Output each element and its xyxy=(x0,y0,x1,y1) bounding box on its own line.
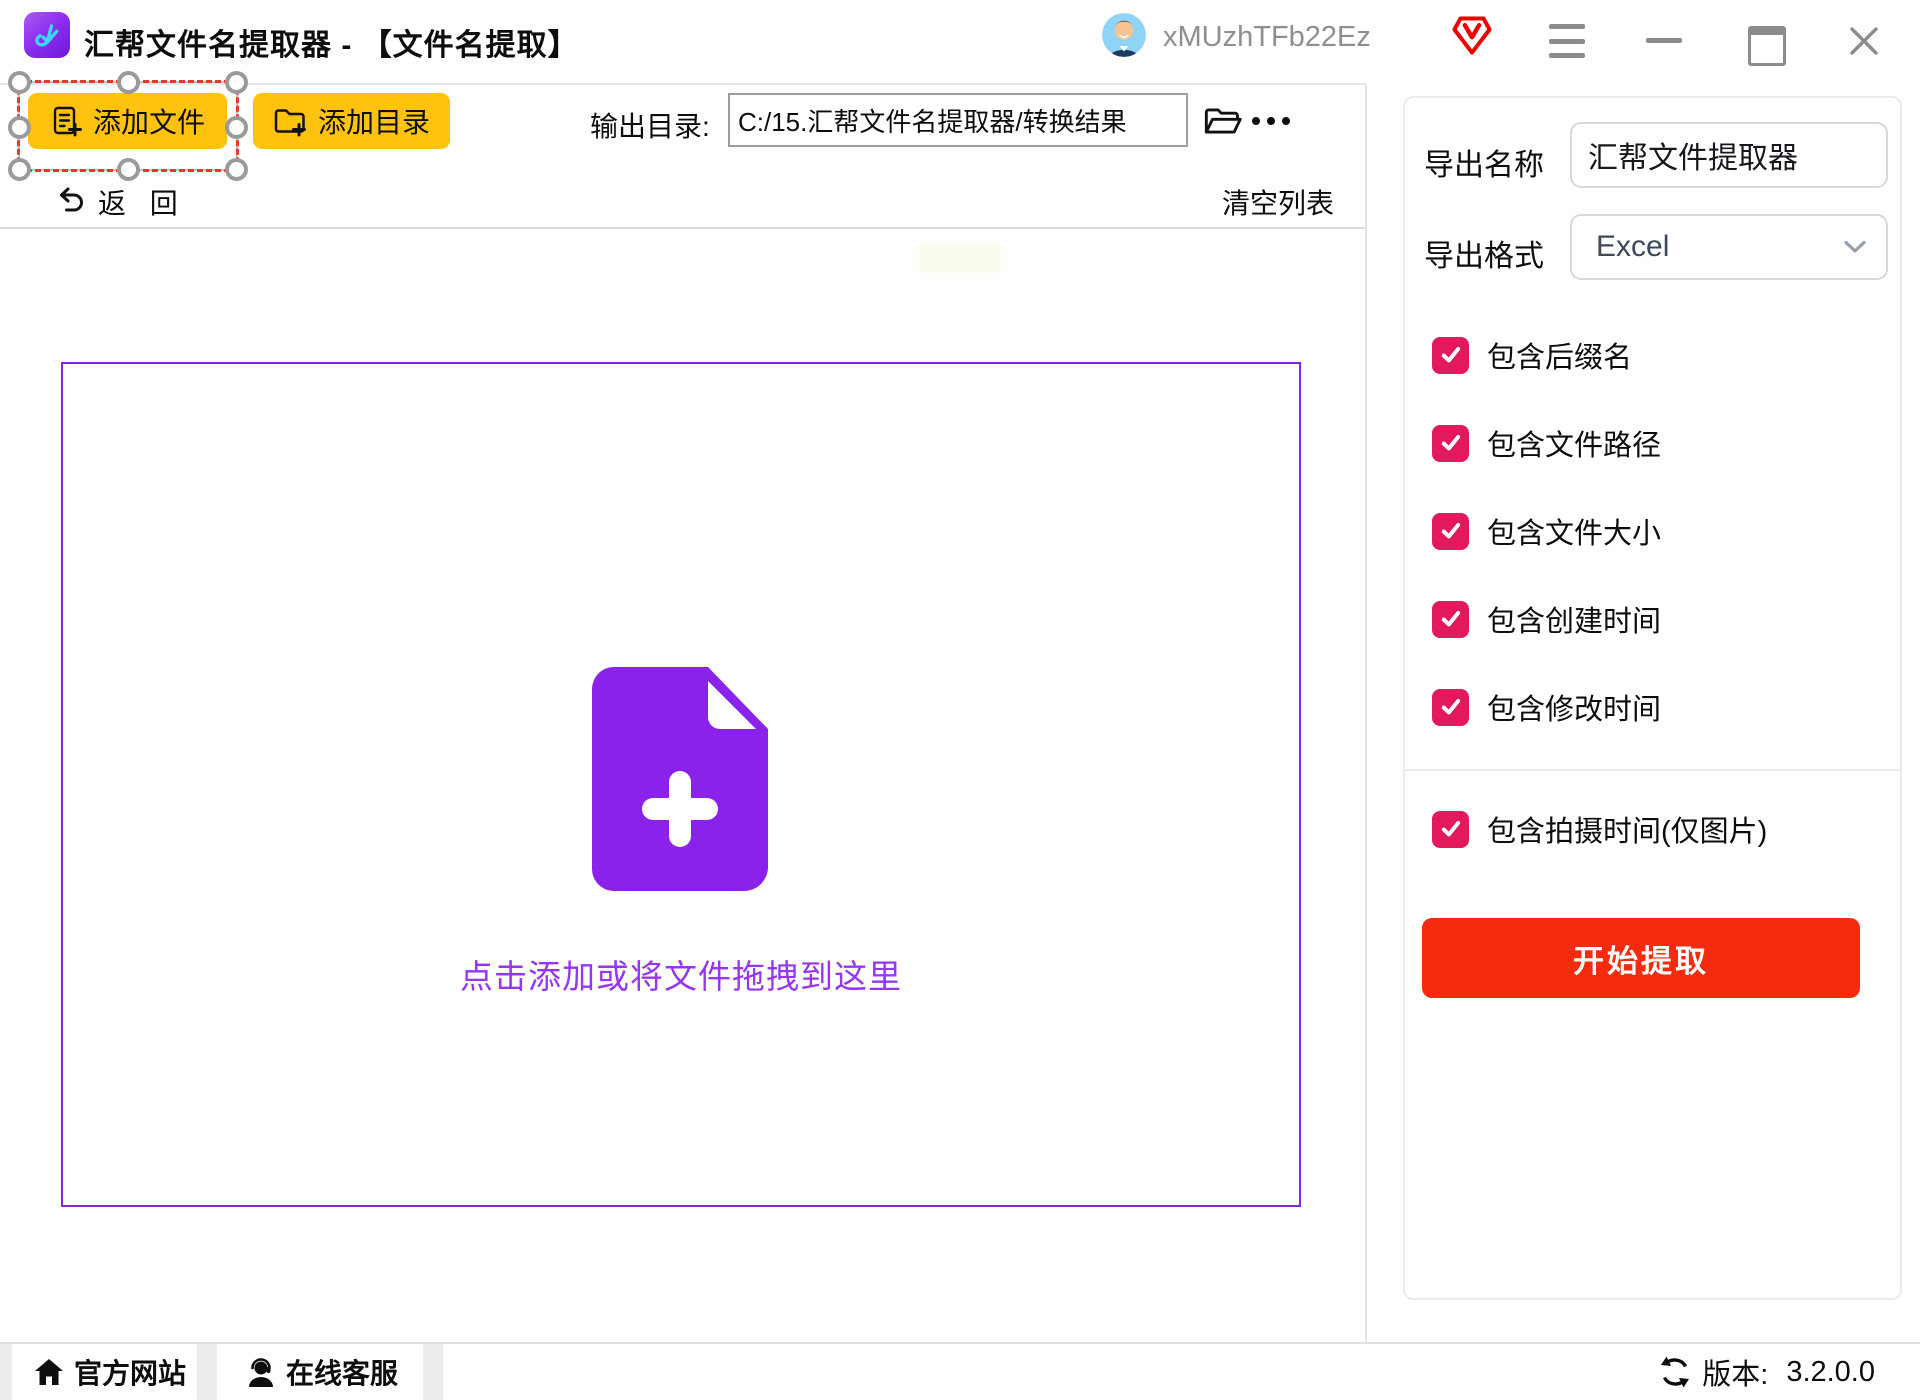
version-value: 3.2.0.0 xyxy=(1786,1356,1875,1389)
title-bar: 汇帮文件名提取器 - 【文件名提取】 xMUzhTFb22Ez xyxy=(0,0,1920,84)
maximize-icon[interactable] xyxy=(1748,26,1786,66)
output-dir-label: 输出目录: xyxy=(590,105,710,145)
more-options-icon[interactable] xyxy=(1252,112,1298,130)
file-plus-icon xyxy=(50,105,82,137)
open-folder-icon[interactable] xyxy=(1203,102,1243,140)
titlebar-divider xyxy=(0,83,1366,85)
window-title: 汇帮文件名提取器 - 【文件名提取】 xyxy=(84,20,579,64)
back-arrow-icon xyxy=(50,187,86,217)
checkbox-checked-icon xyxy=(1432,811,1469,848)
version-info: 版本: 3.2.0.0 xyxy=(443,1344,1920,1400)
refresh-icon xyxy=(1658,1356,1692,1388)
official-website-link[interactable]: 官方网站 xyxy=(12,1344,197,1400)
export-name-input[interactable] xyxy=(1570,122,1888,188)
drop-zone-hint: 点击添加或将文件拖拽到这里 xyxy=(61,950,1301,998)
checkbox-include-path[interactable]: 包含文件路径 xyxy=(1432,422,1661,464)
support-agent-icon xyxy=(245,1357,277,1387)
home-icon xyxy=(33,1357,65,1387)
checkbox-checked-icon xyxy=(1432,513,1469,550)
start-extract-button[interactable]: 开始提取 xyxy=(1422,918,1860,998)
checkbox-include-shot-time[interactable]: 包含拍摄时间(仅图片) xyxy=(1432,808,1767,850)
footer-bar: 官方网站 在线客服 版本: 3.2.0.0 xyxy=(0,1342,1920,1400)
export-format-select[interactable]: Excel xyxy=(1570,214,1888,280)
checkbox-include-size[interactable]: 包含文件大小 xyxy=(1432,510,1661,552)
checkbox-checked-icon xyxy=(1432,337,1469,374)
app-window: 汇帮文件名提取器 - 【文件名提取】 xMUzhTFb22Ez xyxy=(0,0,1920,1400)
back-button[interactable]: 返 回 xyxy=(50,182,186,222)
app-logo-icon xyxy=(24,12,70,58)
close-icon[interactable] xyxy=(1847,24,1881,58)
export-format-value: Excel xyxy=(1572,230,1844,264)
version-label: 版本: xyxy=(1702,1351,1768,1393)
checkbox-checked-icon xyxy=(1432,601,1469,638)
watermark xyxy=(919,243,1001,273)
panel-divider xyxy=(1404,769,1901,771)
checkbox-include-modified-time[interactable]: 包含修改时间 xyxy=(1432,686,1661,728)
checkbox-include-created-time[interactable]: 包含创建时间 xyxy=(1432,598,1661,640)
output-dir-input[interactable] xyxy=(728,93,1188,147)
add-file-button[interactable]: 添加文件 xyxy=(28,93,227,149)
checkbox-include-extension[interactable]: 包含后缀名 xyxy=(1432,334,1632,376)
add-folder-button[interactable]: 添加目录 xyxy=(253,93,450,149)
toolbar-divider xyxy=(0,227,1366,229)
chevron-down-icon xyxy=(1844,240,1866,254)
add-file-big-icon[interactable] xyxy=(592,667,768,891)
minimize-icon[interactable] xyxy=(1646,38,1682,43)
user-avatar[interactable] xyxy=(1102,13,1146,57)
checkbox-checked-icon xyxy=(1432,425,1469,462)
online-support-link[interactable]: 在线客服 xyxy=(217,1344,423,1400)
sidebar-divider xyxy=(1365,84,1367,1342)
clear-list-button[interactable]: 清空列表 xyxy=(1222,182,1334,222)
username-text: xMUzhTFb22Ez xyxy=(1163,21,1371,54)
folder-plus-icon xyxy=(273,105,307,137)
vip-badge-icon[interactable] xyxy=(1450,13,1494,57)
menu-icon[interactable] xyxy=(1549,24,1587,58)
export-name-label: 导出名称 xyxy=(1424,140,1544,184)
export-format-label: 导出格式 xyxy=(1424,231,1544,275)
checkbox-checked-icon xyxy=(1432,689,1469,726)
